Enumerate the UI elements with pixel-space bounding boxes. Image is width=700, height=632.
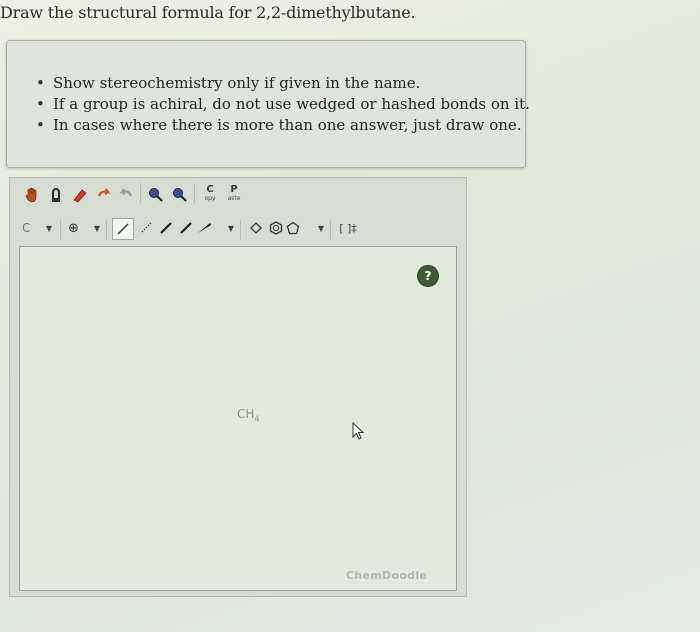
zoom-out-icon[interactable] xyxy=(170,185,190,205)
question-text: Draw the structural formula for 2,2-dime… xyxy=(0,3,416,22)
instruction-item: In cases where there is more than one an… xyxy=(36,115,530,136)
paste-icon[interactable]: P aste xyxy=(224,184,244,204)
atom-label: C xyxy=(22,221,31,235)
charge-icon: ⊕ xyxy=(68,220,79,236)
wedge-bond-dropdown[interactable]: ▼ xyxy=(196,218,234,238)
copy-label: C xyxy=(206,184,214,195)
zoom-in-icon[interactable] xyxy=(146,185,166,205)
placeholder-formula-subscript: 4 xyxy=(254,414,260,424)
single-bond-icon[interactable] xyxy=(112,218,134,240)
hashed-bond-icon[interactable] xyxy=(136,218,156,238)
toolbar-separator xyxy=(140,183,141,203)
toolbar-separator xyxy=(240,220,241,240)
mouse-cursor-icon xyxy=(352,421,366,444)
toolbar-separator xyxy=(330,220,331,240)
copy-sub-label: opy xyxy=(204,195,216,202)
lasso-icon[interactable] xyxy=(46,185,66,205)
chevron-down-icon: ▼ xyxy=(317,223,324,233)
chevron-down-icon: ▼ xyxy=(227,223,234,233)
cyclopropane-ring-icon[interactable] xyxy=(246,218,266,238)
paste-label: P xyxy=(230,184,238,195)
instructions-list: Show stereochemistry only if given in th… xyxy=(36,73,530,136)
undo-icon[interactable] xyxy=(94,185,114,205)
copy-icon[interactable]: C opy xyxy=(200,184,220,204)
toolbar-separator xyxy=(194,183,195,203)
help-icon[interactable]: ? xyxy=(417,265,439,287)
redo-icon[interactable] xyxy=(116,185,136,205)
chemdoodle-editor: C opy P aste C ▼ ⊕ ▼ ▼ ▼ []‡ ? CH4 Chem… xyxy=(9,177,467,597)
instruction-item: If a group is achiral, do not use wedged… xyxy=(36,94,530,115)
charge-dropdown[interactable]: ⊕ ▼ xyxy=(68,218,100,238)
benzene-ring-icon[interactable] xyxy=(266,218,286,238)
triple-bond-icon[interactable] xyxy=(176,218,196,238)
paste-sub-label: aste xyxy=(227,195,241,202)
hand-icon[interactable] xyxy=(22,185,42,205)
atom-dropdown[interactable]: C ▼ xyxy=(22,218,52,238)
chemdoodle-watermark: ChemDoodle xyxy=(346,569,428,582)
cyclopentane-ring-dropdown[interactable]: ▼ xyxy=(286,218,324,238)
chevron-down-icon: ▼ xyxy=(45,223,52,233)
placeholder-formula: CH4 xyxy=(237,407,260,423)
placeholder-formula-text: CH xyxy=(237,407,255,421)
toolbar-separator xyxy=(106,220,107,240)
chevron-down-icon: ▼ xyxy=(93,223,100,233)
double-bond-icon[interactable] xyxy=(156,218,176,238)
instruction-item: Show stereochemistry only if given in th… xyxy=(36,73,530,94)
eraser-icon[interactable] xyxy=(70,185,90,205)
instructions-box: Show stereochemistry only if given in th… xyxy=(6,40,530,168)
drawing-canvas[interactable]: ? CH4 ChemDoodle xyxy=(19,246,457,591)
page: Draw the structural formula for 2,2-dime… xyxy=(0,0,700,632)
toolbar-separator xyxy=(60,220,61,240)
template-bracket-icon[interactable]: [ ]‡ xyxy=(336,218,360,238)
